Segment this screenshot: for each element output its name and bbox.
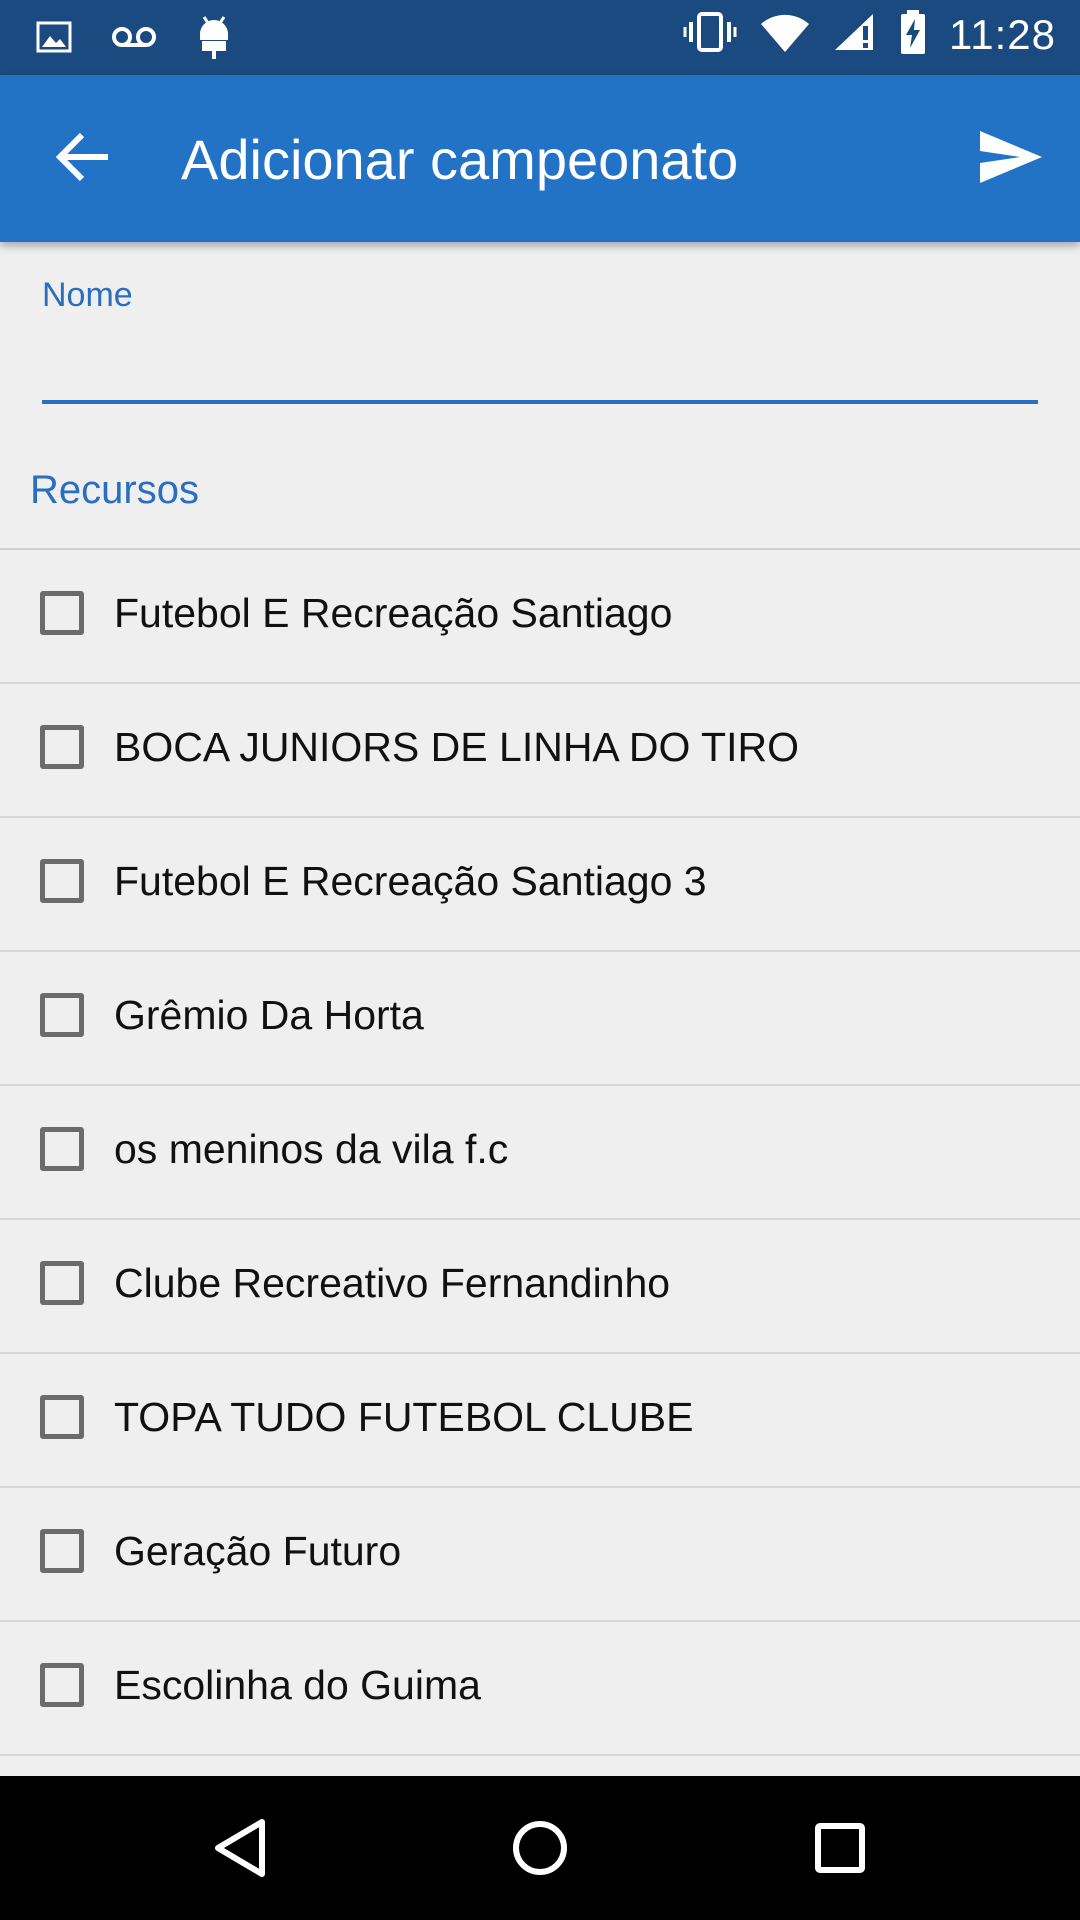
android-icon xyxy=(196,14,232,65)
status-time: 11:28 xyxy=(949,10,1056,58)
list-item-label: TOPA TUDO FUTEBOL CLUBE xyxy=(114,1394,694,1440)
send-button[interactable] xyxy=(976,125,1044,189)
app-bar: Adicionar campeonato xyxy=(0,75,1080,242)
checkbox[interactable] xyxy=(40,725,84,769)
nav-recents-button[interactable] xyxy=(808,1816,872,1880)
voicemail-icon xyxy=(110,22,158,57)
checkbox[interactable] xyxy=(40,591,84,635)
checkbox[interactable] xyxy=(40,1663,84,1707)
list-item-label: Futebol E Recreação Santiago xyxy=(114,590,673,636)
wifi-icon xyxy=(759,12,811,57)
list-item[interactable]: Geração Futuro xyxy=(0,1488,1080,1622)
back-button[interactable] xyxy=(52,125,116,189)
list-item[interactable]: Futebol E Recreação Santiago 3 xyxy=(0,818,1080,952)
home-circle-icon xyxy=(513,1821,567,1875)
list-item[interactable]: BOCA JUNIORS DE LINHA DO TIRO xyxy=(0,684,1080,818)
battery-charging-icon xyxy=(899,10,927,59)
checkbox[interactable] xyxy=(40,859,84,903)
nav-home-button[interactable] xyxy=(508,1816,572,1880)
list-item-label: Clube Recreativo Fernandinho xyxy=(114,1260,671,1306)
list-item-label: os meninos da vila f.c xyxy=(114,1126,509,1172)
name-field-label: Nome xyxy=(42,276,133,314)
status-bar: 11:28 xyxy=(0,0,1080,75)
resources-list: Futebol E Recreação Santiago BOCA JUNIOR… xyxy=(0,548,1080,1756)
list-item-label: Geração Futuro xyxy=(114,1528,402,1574)
resources-section-title: Recursos xyxy=(30,468,199,512)
list-item[interactable]: Grêmio Da Horta xyxy=(0,952,1080,1086)
send-icon xyxy=(980,131,1042,183)
list-item-label: Futebol E Recreação Santiago 3 xyxy=(114,858,707,904)
navigation-bar xyxy=(0,1776,1080,1920)
list-item[interactable]: Clube Recreativo Fernandinho xyxy=(0,1220,1080,1354)
list-item[interactable]: os meninos da vila f.c xyxy=(0,1086,1080,1220)
image-icon xyxy=(36,19,72,60)
status-left-icons xyxy=(36,14,232,65)
back-triangle-icon xyxy=(215,1819,265,1877)
list-item[interactable]: Escolinha do Guima xyxy=(0,1622,1080,1756)
list-item[interactable]: Futebol E Recreação Santiago xyxy=(0,550,1080,684)
vibrate-icon xyxy=(683,12,737,57)
signal-icon xyxy=(833,12,877,57)
status-right-icons: 11:28 xyxy=(683,10,1056,59)
list-item-label: BOCA JUNIORS DE LINHA DO TIRO xyxy=(114,724,799,770)
list-item-label: Grêmio Da Horta xyxy=(114,992,424,1038)
checkbox[interactable] xyxy=(40,1261,84,1305)
nav-back-button[interactable] xyxy=(208,1816,272,1880)
checkbox[interactable] xyxy=(40,1395,84,1439)
arrow-back-icon xyxy=(55,132,108,182)
list-item[interactable]: TOPA TUDO FUTEBOL CLUBE xyxy=(0,1354,1080,1488)
checkbox[interactable] xyxy=(40,1529,84,1573)
name-field[interactable] xyxy=(42,330,1038,404)
checkbox[interactable] xyxy=(40,993,84,1037)
recents-square-icon xyxy=(815,1823,865,1873)
checkbox[interactable] xyxy=(40,1127,84,1171)
page-title: Adicionar campeonato xyxy=(181,128,739,191)
list-item-label: Escolinha do Guima xyxy=(114,1662,481,1708)
